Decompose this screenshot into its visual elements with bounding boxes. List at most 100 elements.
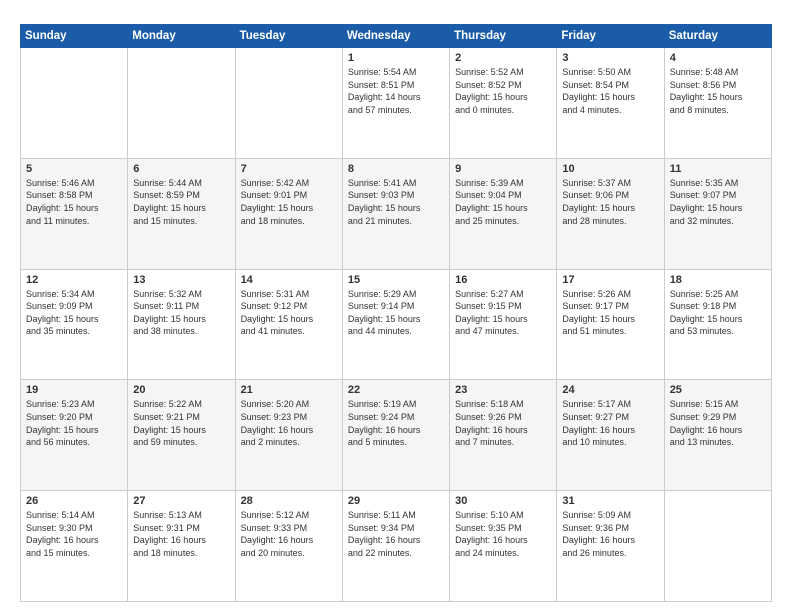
day-info: Sunrise: 5:23 AMSunset: 9:20 PMDaylight:… — [26, 398, 122, 448]
day-info: Sunrise: 5:15 AMSunset: 9:29 PMDaylight:… — [670, 398, 766, 448]
day-info: Sunrise: 5:22 AMSunset: 9:21 PMDaylight:… — [133, 398, 229, 448]
day-info: Sunrise: 5:35 AMSunset: 9:07 PMDaylight:… — [670, 177, 766, 227]
week-row-1: 1Sunrise: 5:54 AMSunset: 8:51 PMDaylight… — [21, 48, 772, 159]
week-row-5: 26 Sunrise: 5:14 AMSunset: 9:30 PMDayligh… — [21, 491, 772, 602]
day-cell: 22 Sunrise: 5:19 AMSunset: 9:24 PMDayligh… — [342, 380, 449, 491]
day-cell: 5 Sunrise: 5:46 AMSunset: 8:58 PMDaylight… — [21, 158, 128, 269]
header-cell-tuesday: Tuesday — [235, 25, 342, 48]
week-row-3: 12 Sunrise: 5:34 AMSunset: 9:09 PMDayligh… — [21, 269, 772, 380]
day-cell: 10 Sunrise: 5:37 AMSunset: 9:06 PMDayligh… — [557, 158, 664, 269]
day-info: Sunrise: 5:41 AMSunset: 9:03 PMDaylight:… — [348, 177, 444, 227]
day-info: Sunrise: 5:46 AMSunset: 8:58 PMDaylight:… — [26, 177, 122, 227]
day-cell: 27 Sunrise: 5:13 AMSunset: 9:31 PMDayligh… — [128, 491, 235, 602]
day-info: Sunrise: 5:17 AMSunset: 9:27 PMDaylight:… — [562, 398, 658, 448]
day-cell: 11 Sunrise: 5:35 AMSunset: 9:07 PMDayligh… — [664, 158, 771, 269]
day-cell: 13 Sunrise: 5:32 AMSunset: 9:11 PMDayligh… — [128, 269, 235, 380]
day-number: 30 — [455, 495, 551, 507]
day-number: 2 — [455, 52, 551, 64]
day-cell: 1Sunrise: 5:54 AMSunset: 8:51 PMDaylight… — [342, 48, 449, 159]
day-number: 12 — [26, 274, 122, 286]
day-info: Sunrise: 5:14 AMSunset: 9:30 PMDaylight:… — [26, 509, 122, 559]
day-number: 17 — [562, 274, 658, 286]
day-info: Sunrise: 5:37 AMSunset: 9:06 PMDaylight:… — [562, 177, 658, 227]
day-number: 24 — [562, 384, 658, 396]
day-number: 5 — [26, 163, 122, 175]
day-info: Sunrise: 5:32 AMSunset: 9:11 PMDaylight:… — [133, 288, 229, 338]
day-cell: 8 Sunrise: 5:41 AMSunset: 9:03 PMDaylight… — [342, 158, 449, 269]
day-cell: 17 Sunrise: 5:26 AMSunset: 9:17 PMDayligh… — [557, 269, 664, 380]
day-number: 16 — [455, 274, 551, 286]
day-cell: 24 Sunrise: 5:17 AMSunset: 9:27 PMDayligh… — [557, 380, 664, 491]
day-cell: 4 Sunrise: 5:48 AMSunset: 8:56 PMDaylight… — [664, 48, 771, 159]
day-number: 4 — [670, 52, 766, 64]
day-number: 19 — [26, 384, 122, 396]
day-cell: 28 Sunrise: 5:12 AMSunset: 9:33 PMDayligh… — [235, 491, 342, 602]
day-number: 31 — [562, 495, 658, 507]
header-cell-friday: Friday — [557, 25, 664, 48]
day-info: Sunrise: 5:26 AMSunset: 9:17 PMDaylight:… — [562, 288, 658, 338]
header-cell-thursday: Thursday — [450, 25, 557, 48]
day-cell: 20 Sunrise: 5:22 AMSunset: 9:21 PMDayligh… — [128, 380, 235, 491]
day-cell: 9Sunrise: 5:39 AMSunset: 9:04 PMDaylight… — [450, 158, 557, 269]
day-info: Sunrise: 5:39 AMSunset: 9:04 PMDaylight:… — [455, 177, 551, 227]
day-number: 13 — [133, 274, 229, 286]
day-cell: 19 Sunrise: 5:23 AMSunset: 9:20 PMDayligh… — [21, 380, 128, 491]
day-info: Sunrise: 5:31 AMSunset: 9:12 PMDaylight:… — [241, 288, 337, 338]
day-info: Sunrise: 5:12 AMSunset: 9:33 PMDaylight:… — [241, 509, 337, 559]
day-info: Sunrise: 5:48 AMSunset: 8:56 PMDaylight:… — [670, 66, 766, 116]
header-cell-sunday: Sunday — [21, 25, 128, 48]
day-number: 8 — [348, 163, 444, 175]
day-number: 15 — [348, 274, 444, 286]
header-cell-monday: Monday — [128, 25, 235, 48]
day-info: Sunrise: 5:44 AMSunset: 8:59 PMDaylight:… — [133, 177, 229, 227]
day-cell — [664, 491, 771, 602]
day-info: Sunrise: 5:27 AMSunset: 9:15 PMDaylight:… — [455, 288, 551, 338]
day-cell: 3Sunrise: 5:50 AMSunset: 8:54 PMDaylight… — [557, 48, 664, 159]
day-info: Sunrise: 5:52 AMSunset: 8:52 PMDaylight:… — [455, 66, 551, 116]
day-number: 18 — [670, 274, 766, 286]
day-info: Sunrise: 5:10 AMSunset: 9:35 PMDaylight:… — [455, 509, 551, 559]
day-number: 7 — [241, 163, 337, 175]
day-cell: 6 Sunrise: 5:44 AMSunset: 8:59 PMDaylight… — [128, 158, 235, 269]
header-cell-wednesday: Wednesday — [342, 25, 449, 48]
header-row: SundayMondayTuesdayWednesdayThursdayFrid… — [21, 25, 772, 48]
day-number: 11 — [670, 163, 766, 175]
day-number: 28 — [241, 495, 337, 507]
day-info: Sunrise: 5:11 AMSunset: 9:34 PMDaylight:… — [348, 509, 444, 559]
day-info: Sunrise: 5:18 AMSunset: 9:26 PMDaylight:… — [455, 398, 551, 448]
day-info: Sunrise: 5:19 AMSunset: 9:24 PMDaylight:… — [348, 398, 444, 448]
week-row-4: 19 Sunrise: 5:23 AMSunset: 9:20 PMDayligh… — [21, 380, 772, 491]
week-row-2: 5 Sunrise: 5:46 AMSunset: 8:58 PMDaylight… — [21, 158, 772, 269]
day-number: 23 — [455, 384, 551, 396]
day-cell: 15 Sunrise: 5:29 AMSunset: 9:14 PMDayligh… — [342, 269, 449, 380]
day-cell: 12 Sunrise: 5:34 AMSunset: 9:09 PMDayligh… — [21, 269, 128, 380]
day-number: 3 — [562, 52, 658, 64]
header-cell-saturday: Saturday — [664, 25, 771, 48]
day-number: 29 — [348, 495, 444, 507]
day-cell: 16 Sunrise: 5:27 AMSunset: 9:15 PMDayligh… — [450, 269, 557, 380]
day-info: Sunrise: 5:54 AMSunset: 8:51 PMDaylight:… — [348, 66, 444, 116]
day-cell — [128, 48, 235, 159]
day-cell: 2 Sunrise: 5:52 AMSunset: 8:52 PMDaylight… — [450, 48, 557, 159]
day-number: 25 — [670, 384, 766, 396]
day-number: 6 — [133, 163, 229, 175]
day-info: Sunrise: 5:29 AMSunset: 9:14 PMDaylight:… — [348, 288, 444, 338]
day-info: Sunrise: 5:34 AMSunset: 9:09 PMDaylight:… — [26, 288, 122, 338]
day-cell: 26 Sunrise: 5:14 AMSunset: 9:30 PMDayligh… — [21, 491, 128, 602]
day-info: Sunrise: 5:13 AMSunset: 9:31 PMDaylight:… — [133, 509, 229, 559]
day-info: Sunrise: 5:25 AMSunset: 9:18 PMDaylight:… — [670, 288, 766, 338]
day-number: 26 — [26, 495, 122, 507]
day-cell: 21Sunrise: 5:20 AMSunset: 9:23 PMDayligh… — [235, 380, 342, 491]
day-cell: 25 Sunrise: 5:15 AMSunset: 9:29 PMDayligh… — [664, 380, 771, 491]
day-number: 10 — [562, 163, 658, 175]
day-cell — [21, 48, 128, 159]
calendar-table: SundayMondayTuesdayWednesdayThursdayFrid… — [20, 24, 772, 602]
day-number: 14 — [241, 274, 337, 286]
day-number: 27 — [133, 495, 229, 507]
day-number: 22 — [348, 384, 444, 396]
day-cell: 7Sunrise: 5:42 AMSunset: 9:01 PMDaylight… — [235, 158, 342, 269]
day-number: 20 — [133, 384, 229, 396]
day-cell: 31Sunrise: 5:09 AMSunset: 9:36 PMDayligh… — [557, 491, 664, 602]
day-cell: 30 Sunrise: 5:10 AMSunset: 9:35 PMDayligh… — [450, 491, 557, 602]
day-info: Sunrise: 5:20 AMSunset: 9:23 PMDaylight:… — [241, 398, 337, 448]
